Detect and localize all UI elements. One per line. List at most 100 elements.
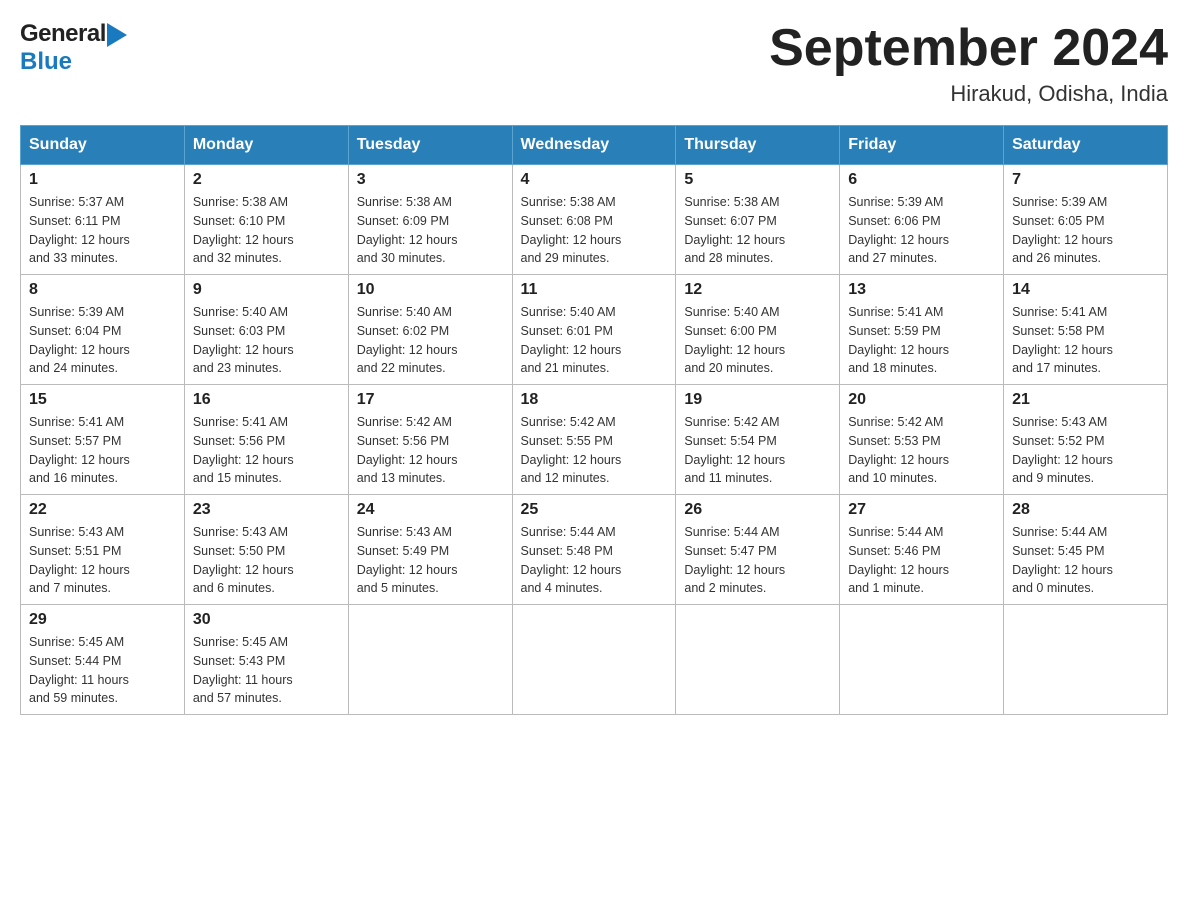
sunrise-text: Sunrise: 5:43 AM (29, 525, 124, 539)
calendar-cell: 17Sunrise: 5:42 AMSunset: 5:56 PMDayligh… (348, 385, 512, 495)
day-info: Sunrise: 5:41 AMSunset: 5:57 PMDaylight:… (29, 413, 176, 488)
calendar-cell: 4Sunrise: 5:38 AMSunset: 6:08 PMDaylight… (512, 165, 676, 275)
sunrise-text: Sunrise: 5:41 AM (29, 415, 124, 429)
sunrise-text: Sunrise: 5:40 AM (357, 305, 452, 319)
sunset-text: Sunset: 5:48 PM (521, 544, 613, 558)
day-info: Sunrise: 5:41 AMSunset: 5:58 PMDaylight:… (1012, 303, 1159, 378)
day-info: Sunrise: 5:41 AMSunset: 5:56 PMDaylight:… (193, 413, 340, 488)
day-info: Sunrise: 5:38 AMSunset: 6:09 PMDaylight:… (357, 193, 504, 268)
sunrise-text: Sunrise: 5:42 AM (684, 415, 779, 429)
daylight-text: Daylight: 12 hours (193, 563, 294, 577)
title-area: September 2024 Hirakud, Odisha, India (769, 20, 1168, 107)
day-info: Sunrise: 5:38 AMSunset: 6:07 PMDaylight:… (684, 193, 831, 268)
daylight-text: Daylight: 12 hours (521, 563, 622, 577)
col-header-monday: Monday (184, 126, 348, 165)
day-info: Sunrise: 5:39 AMSunset: 6:04 PMDaylight:… (29, 303, 176, 378)
col-header-friday: Friday (840, 126, 1004, 165)
sunrise-text: Sunrise: 5:40 AM (684, 305, 779, 319)
calendar-cell: 1Sunrise: 5:37 AMSunset: 6:11 PMDaylight… (21, 165, 185, 275)
daylight-minutes: and 57 minutes. (193, 691, 282, 705)
calendar-cell: 12Sunrise: 5:40 AMSunset: 6:00 PMDayligh… (676, 275, 840, 385)
daylight-minutes: and 27 minutes. (848, 251, 937, 265)
daylight-minutes: and 18 minutes. (848, 361, 937, 375)
col-header-sunday: Sunday (21, 126, 185, 165)
day-info: Sunrise: 5:44 AMSunset: 5:48 PMDaylight:… (521, 523, 668, 598)
day-number: 6 (848, 171, 995, 189)
calendar-cell: 24Sunrise: 5:43 AMSunset: 5:49 PMDayligh… (348, 495, 512, 605)
calendar-cell (676, 605, 840, 715)
sunset-text: Sunset: 6:09 PM (357, 214, 449, 228)
day-number: 23 (193, 501, 340, 519)
daylight-minutes: and 12 minutes. (521, 471, 610, 485)
logo-blue: Blue (20, 48, 72, 75)
sunrise-text: Sunrise: 5:39 AM (848, 195, 943, 209)
calendar-cell: 9Sunrise: 5:40 AMSunset: 6:03 PMDaylight… (184, 275, 348, 385)
calendar-cell: 14 Sunrise: 5:41 AMSunset: 5:58 PMDayligh… (1004, 275, 1168, 385)
daylight-minutes: and 10 minutes. (848, 471, 937, 485)
calendar-cell: 13Sunrise: 5:41 AMSunset: 5:59 PMDayligh… (840, 275, 1004, 385)
daylight-text: Daylight: 12 hours (684, 563, 785, 577)
day-info: Sunrise: 5:45 AMSunset: 5:43 PMDaylight:… (193, 633, 340, 708)
day-number: 15 (29, 391, 176, 409)
day-info: Sunrise: 5:40 AMSunset: 6:03 PMDaylight:… (193, 303, 340, 378)
daylight-text: Daylight: 12 hours (193, 343, 294, 357)
day-info: Sunrise: 5:43 AMSunset: 5:52 PMDaylight:… (1012, 413, 1159, 488)
daylight-text: Daylight: 12 hours (1012, 453, 1113, 467)
daylight-text: Daylight: 12 hours (848, 343, 949, 357)
daylight-text: Daylight: 12 hours (357, 453, 458, 467)
day-number: 13 (848, 281, 995, 299)
calendar-cell: 22Sunrise: 5:43 AMSunset: 5:51 PMDayligh… (21, 495, 185, 605)
col-header-saturday: Saturday (1004, 126, 1168, 165)
day-info: Sunrise: 5:40 AMSunset: 6:01 PMDaylight:… (521, 303, 668, 378)
daylight-minutes: and 23 minutes. (193, 361, 282, 375)
calendar-cell (1004, 605, 1168, 715)
calendar-cell: 3Sunrise: 5:38 AMSunset: 6:09 PMDaylight… (348, 165, 512, 275)
sunrise-text: Sunrise: 5:39 AM (1012, 195, 1107, 209)
sunrise-text: Sunrise: 5:44 AM (848, 525, 943, 539)
calendar-week-row: 22Sunrise: 5:43 AMSunset: 5:51 PMDayligh… (21, 495, 1168, 605)
daylight-text: Daylight: 12 hours (29, 233, 130, 247)
daylight-minutes: and 4 minutes. (521, 581, 603, 595)
calendar-week-row: 15 Sunrise: 5:41 AMSunset: 5:57 PMDayligh… (21, 385, 1168, 495)
daylight-minutes: and 20 minutes. (684, 361, 773, 375)
day-number: 10 (357, 281, 504, 299)
day-number: 14 (1012, 281, 1159, 299)
calendar-cell (512, 605, 676, 715)
daylight-text: Daylight: 12 hours (29, 563, 130, 577)
sunset-text: Sunset: 5:50 PM (193, 544, 285, 558)
daylight-text: Daylight: 11 hours (29, 673, 129, 687)
day-info: Sunrise: 5:42 AM Sunset: 5:54 PM Daylight:… (684, 413, 831, 488)
day-number: 7 (1012, 171, 1159, 189)
sunrise-text: Sunrise: 5:45 AM (193, 635, 288, 649)
sunset-text: Sunset: 5:47 PM (684, 544, 776, 558)
calendar-week-row: 1Sunrise: 5:37 AMSunset: 6:11 PMDaylight… (21, 165, 1168, 275)
daylight-text: Daylight: 12 hours (357, 563, 458, 577)
sunset-text: Sunset: 5:45 PM (1012, 544, 1104, 558)
daylight-minutes: and 5 minutes. (357, 581, 439, 595)
daylight-minutes: and 33 minutes. (29, 251, 118, 265)
day-number: 30 (193, 611, 340, 629)
daylight-text: Daylight: 12 hours (848, 233, 949, 247)
sunset-text: Sunset: 6:04 PM (29, 324, 121, 338)
calendar-cell: 16 Sunrise: 5:41 AMSunset: 5:56 PMDayligh… (184, 385, 348, 495)
day-number: 24 (357, 501, 504, 519)
sunrise-text: Sunrise: 5:40 AM (521, 305, 616, 319)
day-number: 28 (1012, 501, 1159, 519)
calendar-subtitle: Hirakud, Odisha, India (769, 81, 1168, 107)
daylight-minutes: and 28 minutes. (684, 251, 773, 265)
daylight-minutes: and 21 minutes. (521, 361, 610, 375)
calendar-week-row: 29Sunrise: 5:45 AMSunset: 5:44 PMDayligh… (21, 605, 1168, 715)
sunset-text: Sunset: 5:54 PM (684, 434, 776, 448)
logo-general: General (20, 20, 106, 48)
daylight-text: Daylight: 12 hours (521, 453, 622, 467)
daylight-text: Daylight: 12 hours (1012, 343, 1113, 357)
day-number: 12 (684, 281, 831, 299)
daylight-text: Daylight: 12 hours (684, 453, 785, 467)
day-number: 16 (193, 391, 340, 409)
daylight-text: Daylight: 12 hours (29, 343, 130, 357)
day-number: 1 (29, 171, 176, 189)
calendar-cell: 28Sunrise: 5:44 AMSunset: 5:45 PMDayligh… (1004, 495, 1168, 605)
day-number: 5 (684, 171, 831, 189)
day-number: 11 (521, 281, 668, 299)
day-info: Sunrise: 5:40 AMSunset: 6:02 PMDaylight:… (357, 303, 504, 378)
